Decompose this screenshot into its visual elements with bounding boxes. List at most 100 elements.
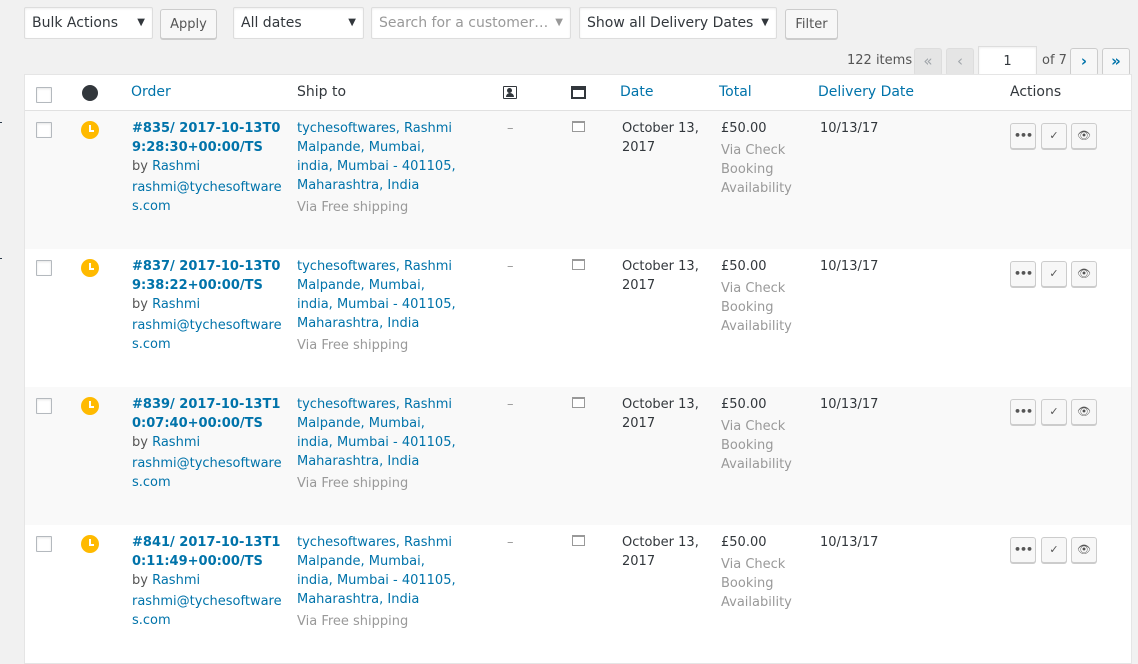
- billing-address-column-icon: [503, 86, 517, 99]
- shipping-method: Via Free shipping: [297, 338, 409, 353]
- view-button[interactable]: 👁: [1071, 537, 1097, 563]
- ship-address-link[interactable]: tychesoftwares, Rashmi Malpande, Mumbai,…: [297, 397, 456, 469]
- orders-table: Order Ship to Date Total Delivery Date A…: [24, 74, 1132, 664]
- order-link[interactable]: #835/ 2017-10-13T09:28:30+00:00/TS: [132, 121, 280, 155]
- filter-button[interactable]: Filter: [785, 9, 838, 39]
- chevron-down-icon: ▼: [555, 17, 563, 28]
- order-date: October 13, 2017: [622, 259, 699, 293]
- complete-button[interactable]: ✓: [1041, 399, 1067, 425]
- items-count: 122 items: [847, 53, 913, 68]
- delivery-date: 10/13/17: [820, 535, 879, 550]
- chevron-down-icon: ▼: [348, 17, 356, 28]
- view-button[interactable]: 👁: [1071, 261, 1097, 287]
- shipping-method: Via Free shipping: [297, 614, 409, 629]
- customer-note-icon: [572, 397, 585, 408]
- processing-button[interactable]: •••: [1010, 261, 1036, 287]
- order-total: £50.00: [721, 259, 767, 274]
- order-total: £50.00: [721, 121, 767, 136]
- processing-button[interactable]: •••: [1010, 537, 1036, 563]
- delivery-dates-filter-value: Show all Delivery Dates: [587, 15, 754, 31]
- dates-filter-value: All dates: [241, 15, 302, 31]
- first-page-button[interactable]: «: [914, 48, 942, 76]
- customer-note-icon: [572, 535, 585, 546]
- payment-method: Via Check Booking Availability: [721, 419, 792, 472]
- clock-icon: [81, 535, 99, 553]
- column-delivery-date[interactable]: Delivery Date: [818, 75, 914, 111]
- ship-address-link[interactable]: tychesoftwares, Rashmi Malpande, Mumbai,…: [297, 535, 456, 607]
- clock-icon: [81, 397, 99, 415]
- by-label: by: [132, 573, 148, 588]
- complete-button[interactable]: ✓: [1041, 123, 1067, 149]
- customer-link[interactable]: Rashmi: [152, 435, 200, 450]
- billing-address: –: [507, 397, 514, 412]
- delivery-date: 10/13/17: [820, 259, 879, 274]
- customer-email-link[interactable]: rashmi@tychesoftwares.com: [132, 316, 282, 354]
- status-column-icon[interactable]: [82, 75, 98, 101]
- order-date: October 13, 2017: [622, 535, 699, 569]
- chevron-down-icon: ▼: [761, 17, 769, 28]
- customer-search-select[interactable]: Search for a customer… ▼: [371, 7, 571, 39]
- processing-button[interactable]: •••: [1010, 123, 1036, 149]
- row-checkbox[interactable]: [36, 398, 52, 414]
- order-total: £50.00: [721, 397, 767, 412]
- billing-address: –: [507, 535, 514, 550]
- complete-button[interactable]: ✓: [1041, 537, 1067, 563]
- view-button[interactable]: 👁: [1071, 123, 1097, 149]
- column-ship-to: Ship to: [297, 84, 347, 100]
- shipping-method: Via Free shipping: [297, 476, 409, 491]
- ship-address-link[interactable]: tychesoftwares, Rashmi Malpande, Mumbai,…: [297, 259, 456, 331]
- by-label: by: [132, 159, 148, 174]
- next-page-button[interactable]: ›: [1070, 48, 1098, 76]
- customer-note-column-icon: [571, 86, 586, 99]
- last-page-button[interactable]: »: [1102, 48, 1130, 76]
- total-pages-label: of 7: [1042, 53, 1067, 68]
- column-date[interactable]: Date: [620, 75, 653, 111]
- apply-button[interactable]: Apply: [160, 9, 217, 39]
- row-checkbox[interactable]: [36, 122, 52, 138]
- bulk-actions-value: Bulk Actions: [32, 15, 119, 31]
- table-row: #839/ 2017-10-13T10:07:40+00:00/TS by Ra…: [25, 387, 1131, 525]
- column-order[interactable]: Order: [131, 75, 171, 111]
- select-all-checkbox[interactable]: [36, 87, 52, 103]
- prev-page-button[interactable]: ‹: [946, 48, 974, 76]
- billing-address: –: [507, 259, 514, 274]
- billing-address: –: [507, 121, 514, 136]
- table-row: #835/ 2017-10-13T09:28:30+00:00/TS by Ra…: [25, 111, 1131, 249]
- chevron-down-icon: ▼: [137, 17, 145, 28]
- customer-link[interactable]: Rashmi: [152, 573, 200, 588]
- table-row: #837/ 2017-10-13T09:38:22+00:00/TS by Ra…: [25, 249, 1131, 387]
- processing-button[interactable]: •••: [1010, 399, 1036, 425]
- ship-address-link[interactable]: tychesoftwares, Rashmi Malpande, Mumbai,…: [297, 121, 456, 193]
- order-link[interactable]: #841/ 2017-10-13T10:11:49+00:00/TS: [132, 535, 280, 569]
- row-checkbox[interactable]: [36, 260, 52, 276]
- payment-method: Via Check Booking Availability: [721, 143, 792, 196]
- by-label: by: [132, 435, 148, 450]
- order-link[interactable]: #839/ 2017-10-13T10:07:40+00:00/TS: [132, 397, 280, 431]
- column-total[interactable]: Total: [719, 75, 752, 111]
- bulk-actions-select[interactable]: Bulk Actions ▼: [24, 7, 153, 39]
- customer-email-link[interactable]: rashmi@tychesoftwares.com: [132, 454, 282, 492]
- customer-link[interactable]: Rashmi: [152, 159, 200, 174]
- payment-method: Via Check Booking Availability: [721, 281, 792, 334]
- clock-icon: [81, 121, 99, 139]
- customer-note-icon: [572, 259, 585, 270]
- dates-filter-select[interactable]: All dates ▼: [233, 7, 364, 39]
- customer-email-link[interactable]: rashmi@tychesoftwares.com: [132, 178, 282, 216]
- table-toolbar: Bulk Actions ▼ Apply All dates ▼ Search …: [24, 7, 1138, 39]
- row-checkbox[interactable]: [36, 536, 52, 552]
- by-label: by: [132, 297, 148, 312]
- customer-note-icon: [572, 121, 585, 132]
- admin-edge: [0, 0, 3, 610]
- delivery-dates-filter-select[interactable]: Show all Delivery Dates ▼: [579, 7, 777, 39]
- column-actions: Actions: [1010, 84, 1062, 100]
- complete-button[interactable]: ✓: [1041, 261, 1067, 287]
- table-row: #841/ 2017-10-13T10:11:49+00:00/TS by Ra…: [25, 525, 1131, 663]
- view-button[interactable]: 👁: [1071, 399, 1097, 425]
- customer-link[interactable]: Rashmi: [152, 297, 200, 312]
- order-total: £50.00: [721, 535, 767, 550]
- order-date: October 13, 2017: [622, 121, 699, 155]
- customer-email-link[interactable]: rashmi@tychesoftwares.com: [132, 592, 282, 630]
- table-header: Order Ship to Date Total Delivery Date A…: [25, 75, 1131, 111]
- clock-icon: [81, 259, 99, 277]
- order-link[interactable]: #837/ 2017-10-13T09:38:22+00:00/TS: [132, 259, 280, 293]
